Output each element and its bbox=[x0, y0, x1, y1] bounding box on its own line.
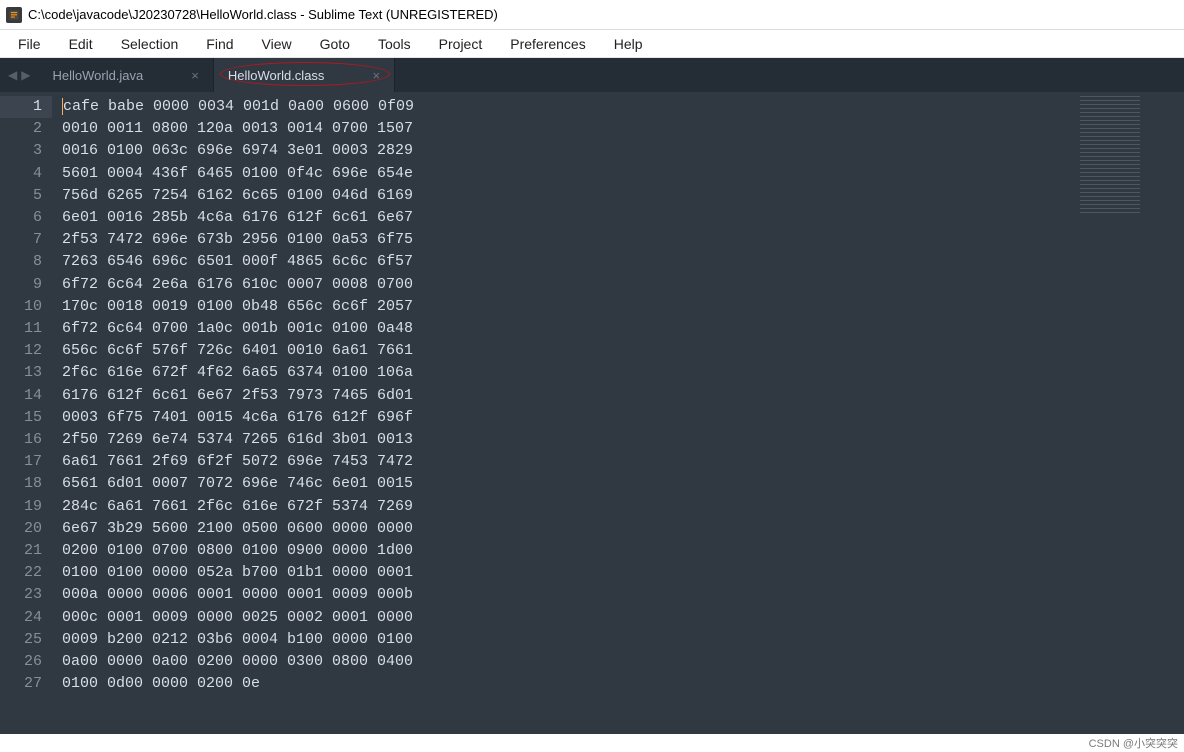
app-icon bbox=[6, 7, 22, 23]
line-number: 24 bbox=[0, 607, 42, 629]
line-number: 22 bbox=[0, 562, 42, 584]
code-line[interactable]: 6e67 3b29 5600 2100 0500 0600 0000 0000 bbox=[62, 518, 1076, 540]
menu-file[interactable]: File bbox=[4, 32, 55, 56]
code-line[interactable]: 2f53 7472 696e 673b 2956 0100 0a53 6f75 bbox=[62, 229, 1076, 251]
close-icon[interactable]: × bbox=[191, 68, 199, 83]
menu-project[interactable]: Project bbox=[425, 32, 497, 56]
title-bar: C:\code\javacode\J20230728\HelloWorld.cl… bbox=[0, 0, 1184, 30]
tab-helloworld-java[interactable]: HelloWorld.java × bbox=[38, 58, 213, 92]
tab-bar: ◀ ▶ HelloWorld.java × HelloWorld.class × bbox=[0, 58, 1184, 92]
code-line[interactable]: 0009 b200 0212 03b6 0004 b100 0000 0100 bbox=[62, 629, 1076, 651]
watermark: CSDN @小突突突 bbox=[1089, 735, 1178, 751]
gutter: 1234567891011121314151617181920212223242… bbox=[0, 92, 52, 734]
window-title: C:\code\javacode\J20230728\HelloWorld.cl… bbox=[28, 7, 498, 22]
code-line[interactable]: 6f72 6c64 0700 1a0c 001b 001c 0100 0a48 bbox=[62, 318, 1076, 340]
line-number: 7 bbox=[0, 229, 42, 251]
menu-help[interactable]: Help bbox=[600, 32, 657, 56]
footer: CSDN @小突突突 bbox=[0, 734, 1184, 752]
code-line[interactable]: 0100 0d00 0000 0200 0e bbox=[62, 673, 1076, 695]
code-line[interactable]: 0010 0011 0800 120a 0013 0014 0700 1507 bbox=[62, 118, 1076, 140]
line-number: 8 bbox=[0, 251, 42, 273]
line-number: 17 bbox=[0, 451, 42, 473]
code-line[interactable]: 6a61 7661 2f69 6f2f 5072 696e 7453 7472 bbox=[62, 451, 1076, 473]
tab-label: HelloWorld.java bbox=[52, 68, 143, 83]
line-number: 9 bbox=[0, 274, 42, 296]
menu-selection[interactable]: Selection bbox=[107, 32, 193, 56]
minimap-preview bbox=[1080, 96, 1140, 216]
code-line[interactable]: 6561 6d01 0007 7072 696e 746c 6e01 0015 bbox=[62, 473, 1076, 495]
line-number: 5 bbox=[0, 185, 42, 207]
line-number: 2 bbox=[0, 118, 42, 140]
line-number: 18 bbox=[0, 473, 42, 495]
menu-goto[interactable]: Goto bbox=[306, 32, 364, 56]
line-number: 25 bbox=[0, 629, 42, 651]
code-line[interactable]: 2f6c 616e 672f 4f62 6a65 6374 0100 106a bbox=[62, 362, 1076, 384]
code-line[interactable]: 000a 0000 0006 0001 0000 0001 0009 000b bbox=[62, 584, 1076, 606]
text-cursor bbox=[62, 98, 63, 115]
line-number: 20 bbox=[0, 518, 42, 540]
code-line[interactable]: 6e01 0016 285b 4c6a 6176 612f 6c61 6e67 bbox=[62, 207, 1076, 229]
nav-back-icon[interactable]: ◀ bbox=[8, 68, 17, 82]
line-number: 23 bbox=[0, 584, 42, 606]
line-number: 10 bbox=[0, 296, 42, 318]
menu-find[interactable]: Find bbox=[192, 32, 247, 56]
code-line[interactable]: 6176 612f 6c61 6e67 2f53 7973 7465 6d01 bbox=[62, 385, 1076, 407]
line-number: 13 bbox=[0, 362, 42, 384]
editor: 1234567891011121314151617181920212223242… bbox=[0, 92, 1184, 734]
code-line[interactable]: 756d 6265 7254 6162 6c65 0100 046d 6169 bbox=[62, 185, 1076, 207]
nav-forward-icon[interactable]: ▶ bbox=[21, 68, 30, 82]
code-line[interactable]: 0200 0100 0700 0800 0100 0900 0000 1d00 bbox=[62, 540, 1076, 562]
code-line[interactable]: 284c 6a61 7661 2f6c 616e 672f 5374 7269 bbox=[62, 496, 1076, 518]
line-number: 19 bbox=[0, 496, 42, 518]
line-number: 26 bbox=[0, 651, 42, 673]
line-number: 12 bbox=[0, 340, 42, 362]
code-line[interactable]: 5601 0004 436f 6465 0100 0f4c 696e 654e bbox=[62, 163, 1076, 185]
tab-label: HelloWorld.class bbox=[228, 68, 325, 83]
line-number: 21 bbox=[0, 540, 42, 562]
code-line[interactable]: 0a00 0000 0a00 0200 0000 0300 0800 0400 bbox=[62, 651, 1076, 673]
code-line[interactable]: 000c 0001 0009 0000 0025 0002 0001 0000 bbox=[62, 607, 1076, 629]
line-number: 3 bbox=[0, 140, 42, 162]
code-line[interactable]: 0100 0100 0000 052a b700 01b1 0000 0001 bbox=[62, 562, 1076, 584]
code-line[interactable]: 2f50 7269 6e74 5374 7265 616d 3b01 0013 bbox=[62, 429, 1076, 451]
line-number: 4 bbox=[0, 163, 42, 185]
line-number: 11 bbox=[0, 318, 42, 340]
code-line[interactable]: 656c 6c6f 576f 726c 6401 0010 6a61 7661 bbox=[62, 340, 1076, 362]
tab-helloworld-class[interactable]: HelloWorld.class × bbox=[214, 58, 395, 92]
code-area[interactable]: cafe babe 0000 0034 001d 0a00 0600 0f090… bbox=[52, 92, 1076, 734]
line-number: 1 bbox=[0, 96, 52, 118]
line-number: 15 bbox=[0, 407, 42, 429]
code-line[interactable]: cafe babe 0000 0034 001d 0a00 0600 0f09 bbox=[62, 96, 1076, 118]
minimap[interactable] bbox=[1076, 92, 1184, 734]
menu-edit[interactable]: Edit bbox=[55, 32, 107, 56]
code-line[interactable]: 0003 6f75 7401 0015 4c6a 6176 612f 696f bbox=[62, 407, 1076, 429]
code-line[interactable]: 170c 0018 0019 0100 0b48 656c 6c6f 2057 bbox=[62, 296, 1076, 318]
menu-preferences[interactable]: Preferences bbox=[496, 32, 599, 56]
code-line[interactable]: 6f72 6c64 2e6a 6176 610c 0007 0008 0700 bbox=[62, 274, 1076, 296]
line-number: 6 bbox=[0, 207, 42, 229]
code-line[interactable]: 0016 0100 063c 696e 6974 3e01 0003 2829 bbox=[62, 140, 1076, 162]
code-line[interactable]: 7263 6546 696c 6501 000f 4865 6c6c 6f57 bbox=[62, 251, 1076, 273]
menu-bar: File Edit Selection Find View Goto Tools… bbox=[0, 30, 1184, 58]
close-icon[interactable]: × bbox=[372, 68, 380, 83]
menu-tools[interactable]: Tools bbox=[364, 32, 425, 56]
line-number: 16 bbox=[0, 429, 42, 451]
nav-arrows: ◀ ▶ bbox=[0, 58, 38, 92]
line-number: 27 bbox=[0, 673, 42, 695]
line-number: 14 bbox=[0, 385, 42, 407]
menu-view[interactable]: View bbox=[248, 32, 306, 56]
